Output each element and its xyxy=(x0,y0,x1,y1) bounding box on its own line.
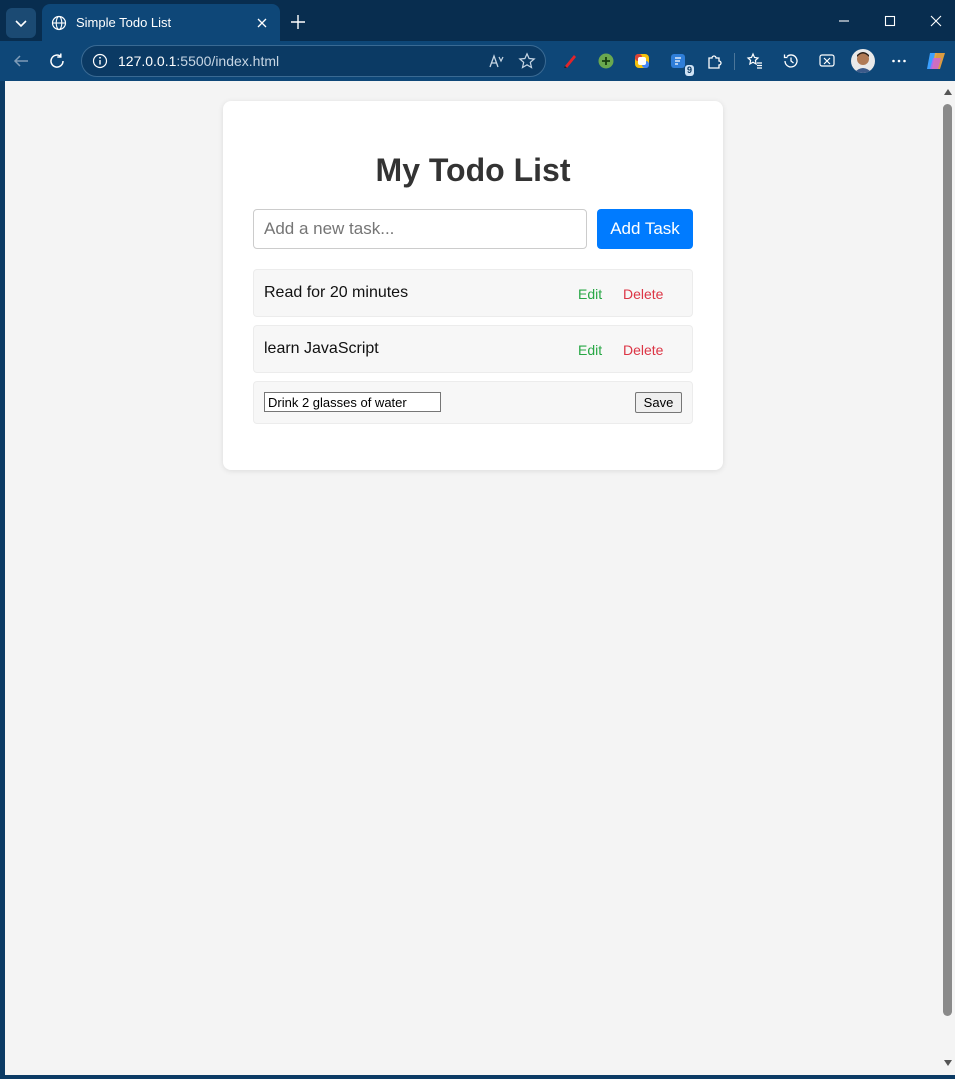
new-task-input[interactable] xyxy=(253,209,587,249)
screenshot-icon[interactable] xyxy=(815,49,839,73)
address-bar[interactable]: 127.0.0.1:5500/index.html xyxy=(81,45,546,77)
arrow-left-icon xyxy=(13,55,28,67)
scrollbar-thumb[interactable] xyxy=(943,104,952,1016)
close-window-button[interactable] xyxy=(918,6,954,36)
favorite-star-icon[interactable] xyxy=(515,49,539,73)
extension-pen-icon[interactable] xyxy=(558,49,582,73)
todo-item-text: learn JavaScript xyxy=(264,340,379,357)
back-button[interactable] xyxy=(9,49,33,73)
todo-item-editing: Save xyxy=(253,381,693,424)
todo-item: learn JavaScript Edit Delete xyxy=(253,325,693,373)
page-title: My Todo List xyxy=(375,152,571,188)
profile-avatar[interactable] xyxy=(851,49,875,73)
favorites-icon[interactable] xyxy=(743,49,767,73)
url-text: 127.0.0.1:5500/index.html xyxy=(118,53,485,69)
extension-badge-icon[interactable]: 9 xyxy=(666,49,694,76)
edit-task-input[interactable] xyxy=(264,392,441,412)
extension-badge-count: 9 xyxy=(684,65,694,76)
browser-titlebar: Simple Todo List xyxy=(0,0,955,41)
extension-plus-icon[interactable] xyxy=(594,49,618,73)
globe-icon xyxy=(50,14,68,32)
new-tab-button[interactable] xyxy=(287,11,309,33)
refresh-button[interactable] xyxy=(45,49,69,73)
close-tab-icon[interactable] xyxy=(254,15,270,31)
minimize-button[interactable] xyxy=(826,6,862,36)
save-button[interactable]: Save xyxy=(635,392,682,413)
maximize-icon xyxy=(884,15,896,27)
edit-button[interactable]: Edit xyxy=(578,342,602,358)
copilot-icon[interactable] xyxy=(924,49,948,73)
more-options-icon[interactable] xyxy=(887,49,911,73)
tab-title: Simple Todo List xyxy=(76,15,172,30)
minimize-icon xyxy=(839,20,849,22)
browser-toolbar: 127.0.0.1:5500/index.html 9 xyxy=(0,41,955,81)
delete-button[interactable]: Delete xyxy=(623,342,663,358)
read-aloud-icon[interactable] xyxy=(485,49,509,73)
url-path: :5500/index.html xyxy=(176,53,280,69)
todo-item: Read for 20 minutes Edit Delete xyxy=(253,269,693,317)
extensions-puzzle-icon[interactable] xyxy=(702,49,726,73)
plus-icon xyxy=(291,15,305,29)
chevron-down-icon xyxy=(15,20,27,28)
history-icon[interactable] xyxy=(779,49,803,73)
info-icon[interactable] xyxy=(92,53,108,69)
toolbar-separator xyxy=(734,53,735,70)
scroll-up-icon[interactable] xyxy=(943,87,953,97)
maximize-button[interactable] xyxy=(872,6,908,36)
tab-actions-button[interactable] xyxy=(6,8,36,38)
page-viewport: My Todo List Add Task Read for 20 minute… xyxy=(5,81,941,1075)
close-icon xyxy=(930,15,942,27)
browser-tab[interactable]: Simple Todo List xyxy=(42,4,280,41)
edit-button[interactable]: Edit xyxy=(578,286,602,302)
scroll-down-icon[interactable] xyxy=(943,1058,953,1068)
todo-card: My Todo List Add Task Read for 20 minute… xyxy=(223,101,723,470)
extension-color-picker-icon[interactable] xyxy=(630,49,654,73)
refresh-icon xyxy=(50,53,64,68)
url-host: 127.0.0.1 xyxy=(118,53,177,69)
delete-button[interactable]: Delete xyxy=(623,286,663,302)
todo-item-text: Read for 20 minutes xyxy=(264,284,409,301)
add-task-button[interactable]: Add Task xyxy=(597,209,693,249)
